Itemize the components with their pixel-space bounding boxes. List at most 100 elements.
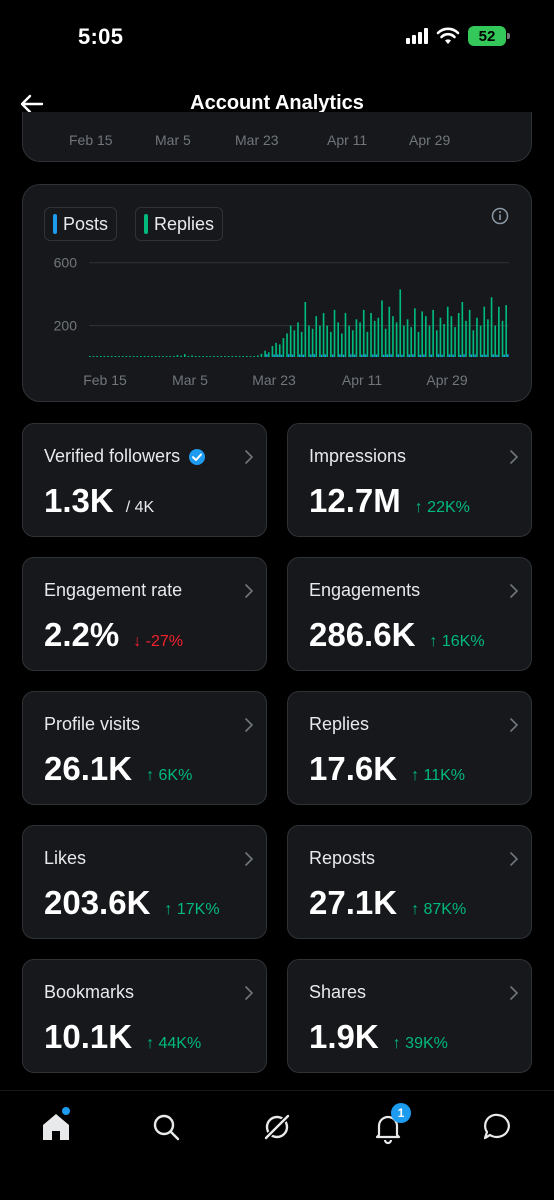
metric-value-row: 1.3K / 4K bbox=[44, 482, 154, 520]
chevron-right-icon bbox=[245, 584, 254, 598]
replies-bar bbox=[169, 356, 171, 357]
metric-value-row: 2.2% ↓ -27% bbox=[44, 616, 183, 654]
replies-bar bbox=[235, 356, 237, 357]
posts-bar bbox=[441, 354, 443, 357]
tab-messages[interactable] bbox=[480, 1109, 516, 1145]
posts-bar bbox=[372, 354, 374, 357]
posts-bar bbox=[496, 354, 498, 357]
replies-bar bbox=[205, 356, 208, 357]
metric-value: 26.1K bbox=[44, 750, 133, 787]
status-time: 5:05 bbox=[78, 24, 124, 49]
posts-bar bbox=[350, 354, 352, 357]
tab-grok[interactable] bbox=[259, 1109, 295, 1145]
metric-card[interactable]: Reposts 27.1K ↑ 87K% bbox=[287, 825, 532, 939]
status-bar: 5:05 52 bbox=[0, 0, 554, 72]
metric-card[interactable]: Engagement rate 2.2% ↓ -27% bbox=[22, 557, 267, 671]
replies-bar bbox=[227, 356, 230, 357]
posts-bar bbox=[288, 354, 290, 357]
metric-label-row: Profile visits bbox=[44, 714, 140, 735]
replies-bar bbox=[403, 325, 405, 357]
replies-bar bbox=[410, 327, 413, 357]
chevron-right-icon bbox=[510, 584, 519, 598]
chevron-right-icon bbox=[510, 450, 519, 464]
replies-bar bbox=[377, 317, 380, 357]
posts-bar bbox=[361, 354, 363, 357]
replies-bar bbox=[246, 356, 248, 357]
replies-bar bbox=[89, 356, 91, 357]
home-unread-dot bbox=[62, 1107, 70, 1115]
replies-bar bbox=[99, 356, 102, 357]
metric-value-row: 12.7M ↑ 22K% bbox=[309, 482, 470, 520]
metric-value: 2.2% bbox=[44, 616, 120, 653]
replies-bar bbox=[253, 356, 255, 357]
posts-bar bbox=[383, 354, 385, 357]
replies-bar bbox=[494, 325, 497, 357]
replies-bar bbox=[154, 356, 157, 357]
legend-replies-label: Replies bbox=[154, 213, 215, 234]
metric-card[interactable]: Verified followers 1.3K / 4K bbox=[22, 423, 267, 537]
posts-replies-chart-card: Posts Replies 600 200 Feb 15 Mar 5 Mar 23 Apr… bbox=[22, 184, 532, 402]
replies-bar bbox=[180, 355, 182, 357]
metric-value: 27.1K bbox=[309, 884, 398, 921]
metric-value-row: 286.6K ↑ 16K% bbox=[309, 616, 485, 654]
metric-label: Impressions bbox=[309, 446, 407, 466]
legend-posts-toggle[interactable]: Posts bbox=[44, 207, 118, 241]
replies-bar bbox=[304, 302, 307, 357]
y-tick-label: 200 bbox=[54, 318, 78, 334]
replies-bar bbox=[165, 356, 168, 357]
posts-bar bbox=[401, 354, 403, 357]
info-icon[interactable] bbox=[491, 207, 509, 225]
posts-bar bbox=[390, 354, 392, 357]
tab-search[interactable] bbox=[148, 1109, 184, 1145]
metric-card[interactable]: Impressions 12.7M ↑ 22K% bbox=[287, 423, 532, 537]
posts-bar bbox=[485, 354, 487, 357]
posts-bar bbox=[412, 354, 414, 357]
metric-delta: ↑ 6K% bbox=[146, 767, 193, 784]
metric-card[interactable]: Profile visits 26.1K ↑ 6K% bbox=[22, 691, 267, 805]
posts-bar bbox=[459, 354, 462, 357]
replies-bar bbox=[249, 356, 252, 357]
metric-value: 1.3K bbox=[44, 482, 114, 519]
metric-card[interactable]: Bookmarks 10.1K ↑ 44K% bbox=[22, 959, 267, 1073]
replies-bar bbox=[392, 316, 394, 357]
home-icon bbox=[43, 1114, 69, 1140]
metric-card[interactable]: Engagements 286.6K ↑ 16K% bbox=[287, 557, 532, 671]
posts-swatch bbox=[53, 214, 57, 234]
replies-bar bbox=[176, 355, 179, 357]
replies-bar bbox=[308, 325, 310, 357]
legend-replies-toggle[interactable]: Replies bbox=[135, 207, 224, 241]
replies-bar bbox=[198, 356, 201, 357]
replies-bar bbox=[187, 356, 190, 357]
replies-bar bbox=[468, 309, 471, 357]
replies-bar bbox=[457, 313, 460, 357]
replies-bar bbox=[344, 313, 347, 357]
metric-value-row: 27.1K ↑ 87K% bbox=[309, 884, 466, 922]
replies-bar bbox=[96, 356, 98, 357]
metric-value-row: 17.6K ↑ 11K% bbox=[309, 750, 465, 788]
chevron-right-icon bbox=[510, 852, 519, 866]
posts-bar bbox=[342, 354, 345, 357]
replies-bar bbox=[260, 353, 263, 357]
x-tick: Apr 29 bbox=[409, 132, 451, 148]
replies-bar bbox=[366, 331, 369, 357]
replies-bar bbox=[479, 325, 482, 357]
replies-bar bbox=[213, 356, 215, 357]
replies-bar bbox=[289, 325, 292, 357]
metric-card[interactable]: Shares 1.9K ↑ 39K% bbox=[287, 959, 532, 1073]
verified-badge-icon bbox=[189, 448, 206, 465]
replies-bar bbox=[300, 331, 303, 357]
tab-home[interactable] bbox=[38, 1107, 74, 1145]
replies-bar bbox=[191, 355, 193, 357]
metric-card[interactable]: Replies 17.6K ↑ 11K% bbox=[287, 691, 532, 805]
metric-label-row: Engagements bbox=[309, 580, 420, 601]
metric-label: Bookmarks bbox=[44, 982, 135, 1002]
metric-card[interactable]: Likes 203.6K ↑ 17K% bbox=[22, 825, 267, 939]
replies-bar bbox=[333, 309, 336, 357]
replies-bar bbox=[454, 327, 456, 357]
posts-bar bbox=[448, 354, 451, 357]
tab-notifications[interactable]: 1 bbox=[370, 1103, 411, 1145]
bottom-tab-bar: 1 bbox=[0, 1090, 554, 1200]
metric-label-row: Engagement rate bbox=[44, 580, 182, 601]
posts-bar bbox=[280, 354, 283, 357]
replies-bar bbox=[428, 325, 431, 357]
